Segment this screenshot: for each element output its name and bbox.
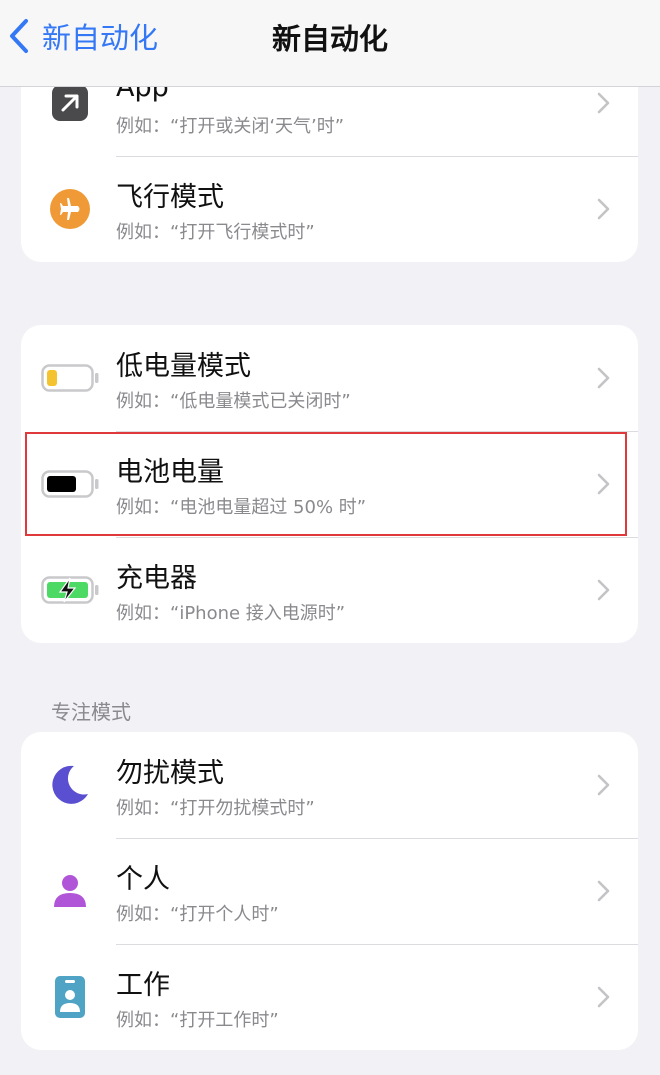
section-header-focus: 专注模式 — [51, 700, 131, 724]
list-item-title: 工作 — [116, 970, 170, 1001]
list-item-subtitle: 例如：“电池电量超过 50% 时” — [116, 497, 367, 518]
list-item-subtitle: 例如：“iPhone 接入电源时” — [116, 603, 346, 624]
list-item-charger[interactable]: 充电器 例如：“iPhone 接入电源时” — [21, 537, 638, 643]
list-item-title: 个人 — [116, 864, 170, 895]
list-item-subtitle: 例如：“打开飞行模式时” — [116, 222, 315, 243]
list-item-subtitle: 例如：“打开或关闭‘天气’时” — [116, 116, 345, 137]
chevron-right-icon — [597, 92, 610, 114]
list-item-title: 低电量模式 — [116, 351, 251, 382]
chevron-right-icon — [597, 986, 610, 1008]
list-item-subtitle: 例如：“打开勿扰模式时” — [116, 798, 315, 819]
low-battery-icon — [41, 354, 99, 402]
person-icon — [41, 867, 99, 915]
page-title: 新自动化 — [271, 22, 388, 56]
list-item-low-power-mode[interactable]: 低电量模式 例如：“低电量模式已关闭时” — [21, 325, 638, 431]
list-item-do-not-disturb[interactable]: 勿扰模式 例如：“打开勿扰模式时” — [21, 732, 638, 838]
list-item-title: 充电器 — [116, 563, 197, 594]
list-item-battery-level[interactable]: 电池电量 例如：“电池电量超过 50% 时” — [21, 431, 638, 537]
navigation-bar: 新自动化 新自动化 — [0, 0, 660, 87]
list-item-subtitle: 例如：“低电量模式已关闭时” — [116, 391, 351, 412]
list-item-personal[interactable]: 个人 例如：“打开个人时” — [21, 838, 638, 944]
screen: 新自动化 新自动化 App 例如：“打开或关闭‘天气’时” 飞行模式 例如：“打… — [0, 0, 660, 1075]
list-item-airplane-mode[interactable]: 飞行模式 例如：“打开飞行模式时” — [21, 156, 638, 262]
moon-icon — [41, 761, 99, 809]
list-item-subtitle: 例如：“打开个人时” — [116, 904, 279, 925]
airplane-icon — [41, 185, 99, 233]
list-item-work[interactable]: 工作 例如：“打开工作时” — [21, 944, 638, 1050]
charging-battery-icon — [41, 566, 99, 614]
chevron-right-icon — [597, 579, 610, 601]
group-focus: 勿扰模式 例如：“打开勿扰模式时” 个人 例如：“打开个人时” 工作 例如：“打… — [21, 732, 638, 1050]
chevron-right-icon — [597, 473, 610, 495]
group-battery: 低电量模式 例如：“低电量模式已关闭时” 电池电量 例如：“电池电量超过 50%… — [21, 325, 638, 643]
chevron-right-icon — [597, 774, 610, 796]
list-item-title: 勿扰模式 — [116, 758, 224, 789]
chevron-right-icon — [597, 367, 610, 389]
chevron-right-icon — [597, 198, 610, 220]
list-item-title: 电池电量 — [116, 457, 224, 488]
list-item-subtitle: 例如：“打开工作时” — [116, 1010, 279, 1031]
list-item-title: 飞行模式 — [116, 182, 224, 213]
chevron-right-icon — [597, 880, 610, 902]
work-badge-icon — [41, 973, 99, 1021]
battery-icon — [41, 460, 99, 508]
